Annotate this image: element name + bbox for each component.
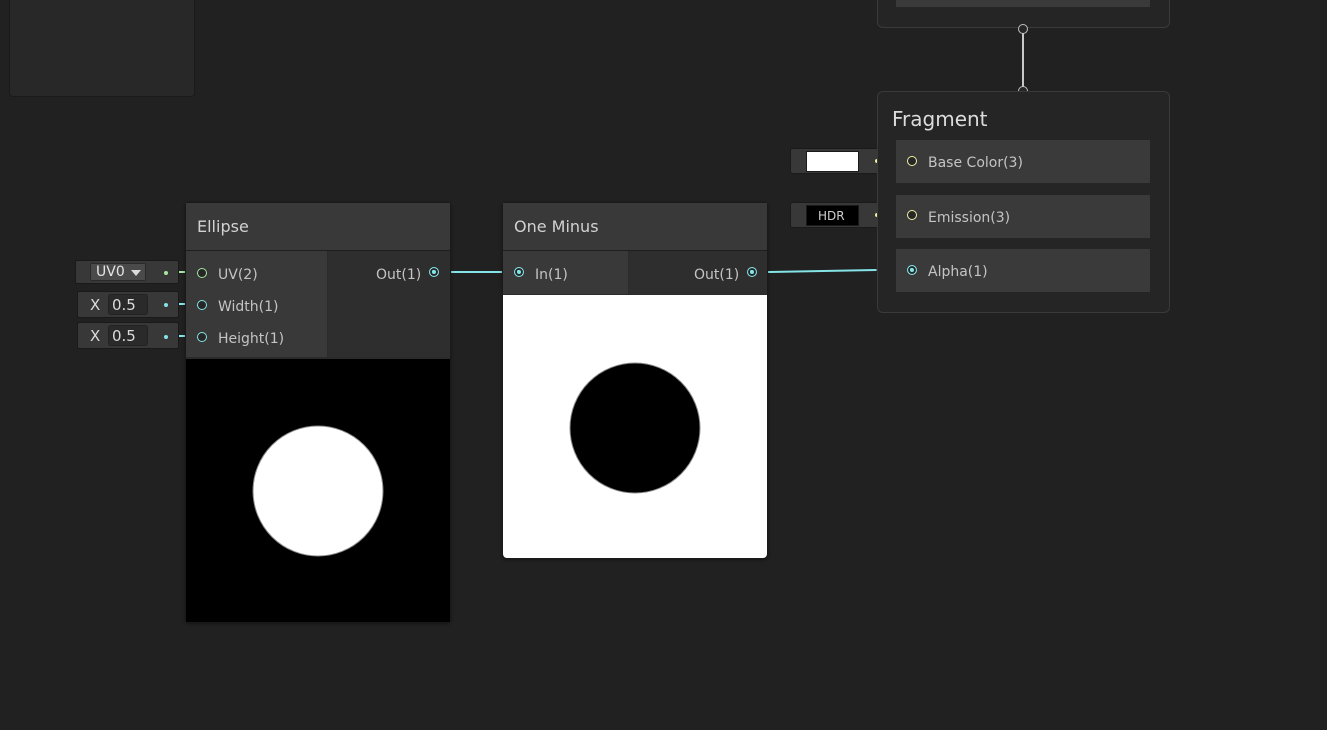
emission-slot[interactable]: Emission(3) bbox=[896, 195, 1150, 238]
one-minus-preview-image bbox=[503, 295, 767, 558]
width-value-input[interactable]: 0.5 bbox=[108, 294, 148, 315]
one-minus-node-title: One Minus bbox=[514, 217, 599, 236]
one-minus-preview bbox=[503, 295, 767, 558]
emission-hdr-swatch[interactable]: HDR bbox=[806, 205, 859, 226]
one-minus-out-label: Out(1) bbox=[694, 267, 740, 283]
ellipse-node-header[interactable]: Ellipse bbox=[186, 203, 450, 251]
ellipse-node-title: Ellipse bbox=[197, 217, 249, 236]
uv-dropdown-label: UV0 bbox=[96, 264, 125, 280]
emission-port[interactable] bbox=[907, 210, 917, 220]
base-color-inline-field bbox=[790, 148, 890, 174]
height-input-port[interactable] bbox=[197, 332, 207, 342]
height-inline-field: X 0.5 bbox=[77, 322, 179, 349]
ellipse-node[interactable]: Ellipse UV(2) Width(1) Height(1) Out(1) bbox=[185, 202, 451, 623]
emission-label: Emission(3) bbox=[928, 210, 1011, 226]
height-input-label: Height(1) bbox=[218, 331, 285, 347]
one-minus-in-port[interactable] bbox=[514, 267, 524, 277]
height-field-dot bbox=[164, 335, 168, 339]
emission-hdr-label: HDR bbox=[818, 209, 845, 223]
ellipse-out-label: Out(1) bbox=[376, 267, 422, 283]
uv-input-port[interactable] bbox=[197, 268, 207, 278]
height-value: 0.5 bbox=[112, 327, 136, 345]
ellipse-preview-circle bbox=[252, 425, 384, 557]
alpha-label: Alpha(1) bbox=[928, 264, 988, 280]
emission-inline-field: HDR bbox=[790, 202, 890, 228]
height-axis-label: X bbox=[90, 327, 101, 345]
vertex-slot bbox=[896, 0, 1150, 7]
width-axis-label: X bbox=[90, 296, 101, 314]
one-minus-node[interactable]: One Minus In(1) Out(1) bbox=[502, 202, 768, 559]
fragment-title: Fragment bbox=[892, 107, 988, 131]
one-minus-in-label: In(1) bbox=[535, 267, 568, 283]
ellipse-preview bbox=[186, 359, 450, 622]
base-color-slot[interactable]: Base Color(3) bbox=[896, 140, 1150, 183]
alpha-slot[interactable]: Alpha(1) bbox=[896, 249, 1150, 292]
fragment-block[interactable]: Fragment Base Color(3) Emission(3) Alpha… bbox=[877, 91, 1170, 313]
height-value-input[interactable]: 0.5 bbox=[108, 325, 148, 346]
width-input-port[interactable] bbox=[197, 300, 207, 310]
uv-field-dot bbox=[164, 271, 168, 275]
oneminus-to-alpha-wire bbox=[752, 269, 877, 273]
one-minus-out-port[interactable] bbox=[747, 267, 757, 277]
base-color-port[interactable] bbox=[907, 156, 917, 166]
base-color-swatch[interactable] bbox=[806, 151, 859, 172]
width-input-label: Width(1) bbox=[218, 299, 279, 315]
uv-dropdown[interactable]: UV0 bbox=[90, 263, 146, 281]
width-field-dot bbox=[164, 303, 168, 307]
triangle-down-icon bbox=[131, 270, 141, 276]
base-color-label: Base Color(3) bbox=[928, 155, 1023, 171]
vertex-out-port[interactable] bbox=[1018, 24, 1028, 34]
uv-input-label: UV(2) bbox=[218, 267, 258, 283]
width-inline-field: X 0.5 bbox=[77, 291, 179, 318]
ellipse-inputs: UV(2) Width(1) Height(1) bbox=[186, 251, 327, 357]
one-minus-preview-circle bbox=[569, 362, 701, 494]
ellipse-out-port[interactable] bbox=[429, 267, 439, 277]
one-minus-node-header[interactable]: One Minus bbox=[503, 203, 767, 251]
uv-inline-field: UV0 bbox=[75, 260, 179, 284]
collapsed-node-stub[interactable] bbox=[9, 0, 195, 97]
width-value: 0.5 bbox=[112, 296, 136, 314]
alpha-port[interactable] bbox=[907, 265, 917, 275]
ellipse-preview-image bbox=[186, 359, 450, 622]
